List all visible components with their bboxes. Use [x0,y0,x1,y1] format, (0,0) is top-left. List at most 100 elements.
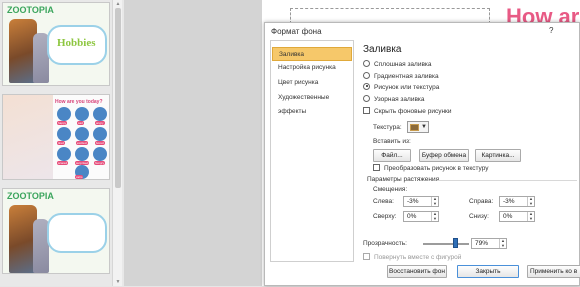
divider [437,180,577,181]
slide-title: Hobbies [57,37,96,49]
offset-left-value: -3% [407,198,419,205]
brand-logo: ZOOTOPIA [7,5,54,15]
dialog-button-bar: Восстановить фон Закрыть Применить ко в [357,263,580,287]
slide-title: How are you today? [55,99,103,105]
nav-item-fill[interactable]: Заливка [272,47,352,61]
offset-bottom-value: 0% [503,213,513,220]
checkbox-label: Преобразовать рисунок в текстуру [384,165,489,172]
insert-from-label: Вставить из: [373,138,411,145]
stitch-image [93,127,107,141]
stitch-image [57,107,71,121]
nav-item-picture-color[interactable]: Цвет рисунка [272,76,352,90]
radio-icon[interactable] [363,71,370,79]
file-button[interactable]: Файл... [373,149,411,162]
radio-gradient-fill[interactable]: Градиентная заливка [363,71,439,82]
radio-icon[interactable] [363,59,370,67]
apply-to-all-button[interactable]: Применить ко в [527,265,580,278]
spinner-arrows-icon[interactable]: ▲ ▼ [527,211,534,221]
mood-label: sad [77,121,84,125]
radio-pattern-fill[interactable]: Узорная заливка [363,94,425,105]
offset-left-label: Слева: [373,198,394,205]
transparency-slider-handle[interactable] [453,238,458,248]
scroll-up-icon[interactable]: ▲ [115,1,121,7]
offsets-label: Смещения: [373,186,408,193]
chevron-down-icon: ▼ [421,124,427,130]
slide-thumbnail-3[interactable]: ZOOTOPIA [2,188,110,274]
texture-dropdown[interactable]: ▼ [407,121,429,133]
stitch-image [75,107,89,121]
spinner-arrows-icon[interactable]: ▲ ▼ [431,211,438,221]
radio-selected-icon[interactable] [363,82,370,90]
offset-top-input[interactable]: 0% ▲ ▼ [403,211,439,222]
transparency-value: 79% [475,240,489,247]
mood-label: calm [75,175,84,179]
mood-label: tired [57,141,65,145]
checkbox-rotate-with-shape: Повернуть вместе с фигурой [363,252,462,263]
nav-item-artistic-effects[interactable]: Художественные эффекты [272,91,352,115]
offset-top-label: Сверху: [373,213,397,220]
mood-label: scared [57,161,69,165]
scrollbar-thumb[interactable] [115,8,121,188]
texture-swatch [410,124,419,131]
offset-left-input[interactable]: -3% ▲ ▼ [403,196,439,207]
checkbox-hide-background[interactable]: Скрыть фоновые рисунки [363,106,452,117]
transparency-slider[interactable] [423,243,469,245]
pane-title: Заливка [363,44,402,55]
faded-background-image [3,95,53,179]
transparency-label: Прозрачность: [363,240,407,247]
mood-label: hungry [94,161,106,165]
stitch-image [93,147,107,161]
checkbox-icon [363,252,370,260]
slide-thumbnail-2[interactable]: How are you today? happy sad angry tired… [2,94,110,180]
offset-right-value: -3% [503,198,515,205]
mood-label: bored [95,141,105,145]
slide-thumbnail-pane: ZOOTOPIA Hobbies How are you today? happ… [0,0,124,286]
offset-top-value: 0% [407,213,417,220]
radio-label: Рисунок или текстура [374,84,440,91]
close-button[interactable]: Закрыть [457,265,519,278]
scroll-down-icon[interactable]: ▼ [115,279,121,285]
clipboard-button[interactable]: Буфер обмена [419,149,469,162]
radio-label: Узорная заливка [374,96,425,103]
fill-pane: Заливка Сплошная заливка Градиентная зал… [357,40,580,262]
offset-bottom-input[interactable]: 0% ▲ ▼ [499,211,535,222]
format-background-dialog: Формат фона ? Заливка Настройка рисунка … [264,22,580,286]
clipart-button[interactable]: Картинка... [475,149,521,162]
stitch-image [75,147,89,161]
stretch-options-label: Параметры растяжения [367,176,440,183]
stitch-image [57,127,71,141]
radio-label: Градиентная заливка [374,73,439,80]
offset-right-input[interactable]: -3% ▲ ▼ [499,196,535,207]
dialog-title: Формат фона [271,27,322,36]
offset-bottom-label: Снизу: [469,213,489,220]
checkbox-tile-picture[interactable]: Преобразовать рисунок в текстуру [373,163,489,174]
reset-background-button[interactable]: Восстановить фон [387,265,447,278]
checkbox-label: Скрыть фоновые рисунки [374,108,452,115]
texture-label: Текстура: [373,124,402,131]
checkbox-icon[interactable] [363,106,370,114]
radio-picture-texture-fill[interactable]: Рисунок или текстура [363,82,440,93]
slide-thumbnail-1[interactable]: ZOOTOPIA Hobbies [2,2,110,86]
checkbox-label: Повернуть вместе с фигурой [374,254,462,261]
stitch-image [57,147,71,161]
brand-logo: ZOOTOPIA [7,191,54,201]
radio-solid-fill[interactable]: Сплошная заливка [363,59,432,70]
mood-label: excited [76,141,88,145]
stitch-image [93,107,107,121]
radio-label: Сплошная заливка [374,61,432,68]
radio-icon[interactable] [363,94,370,102]
nav-item-picture-corrections[interactable]: Настройка рисунка [272,61,352,75]
mood-label: surprised [75,161,90,165]
checkbox-icon[interactable] [373,163,380,171]
help-icon[interactable]: ? [549,26,553,35]
spinner-arrows-icon[interactable]: ▲ ▼ [527,196,534,206]
spinner-arrows-icon[interactable]: ▲ ▼ [499,238,506,248]
transparency-input[interactable]: 79% ▲ ▼ [471,238,507,249]
thumbnail-scrollbar[interactable]: ▲ ▼ [112,0,122,286]
spinner-arrows-icon[interactable]: ▲ ▼ [431,196,438,206]
mood-label: happy [57,121,68,125]
offset-right-label: Справа: [469,198,494,205]
mood-label: angry [95,121,105,125]
stitch-image [75,127,89,141]
dialog-nav: Заливка Настройка рисунка Цвет рисунка Х… [270,40,354,262]
